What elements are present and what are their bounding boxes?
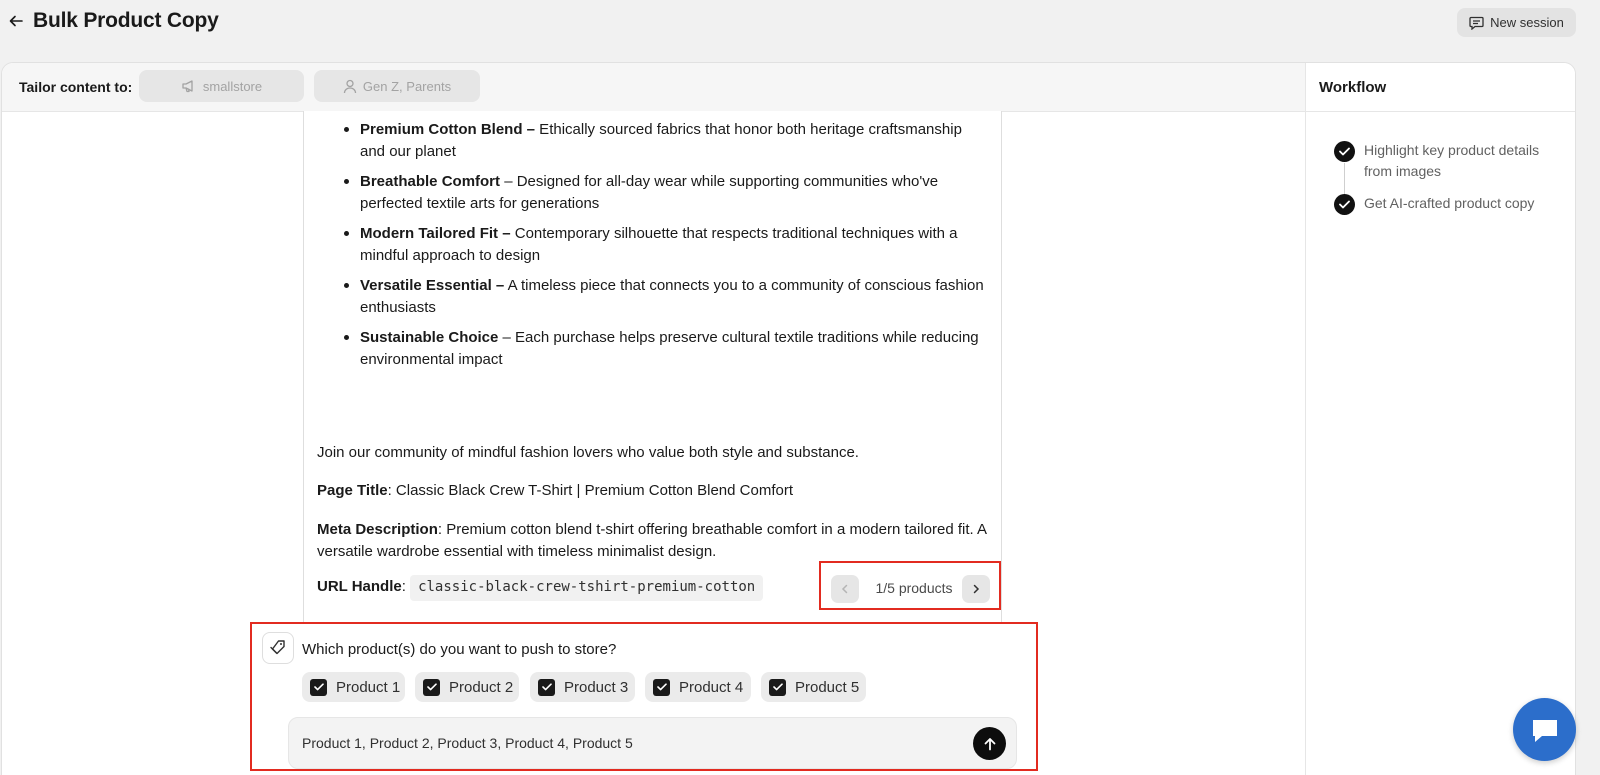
workflow-sidebar: Workflow Highlight key product details f… xyxy=(1305,63,1575,775)
checkmark-icon xyxy=(1334,194,1355,215)
store-chip[interactable]: smallstore xyxy=(139,70,304,102)
next-product-button[interactable] xyxy=(962,575,990,603)
product-option-label: Product 1 xyxy=(336,678,401,696)
product-pager: 1/5 products xyxy=(819,561,1001,610)
chevron-right-icon xyxy=(973,584,980,594)
closing-paragraph: Join our community of mindful fashion lo… xyxy=(317,444,859,461)
store-chip-label: smallstore xyxy=(202,78,263,94)
checkbox-checked-icon[interactable] xyxy=(423,678,440,696)
tailor-label: Tailor content to: xyxy=(19,79,133,95)
checkbox-checked-icon[interactable] xyxy=(310,678,327,696)
back-button[interactable] xyxy=(6,11,26,31)
person-icon xyxy=(343,79,357,93)
new-session-button[interactable]: New session xyxy=(1457,8,1576,37)
checkbox-checked-icon[interactable] xyxy=(653,678,670,696)
product-option-1[interactable]: Product 1 xyxy=(302,672,405,702)
send-button[interactable] xyxy=(973,727,1006,760)
list-item: Breathable Comfort – Designed for all-da… xyxy=(324,171,984,214)
chat-bubble-icon xyxy=(1469,16,1484,30)
pager-count: 1/5 products xyxy=(875,580,953,596)
audience-chip-label: Gen Z, Parents xyxy=(362,78,452,94)
feature-list: Premium Cotton Blend – Ethically sourced… xyxy=(324,119,984,379)
tag-icon xyxy=(262,632,294,664)
chevron-left-icon xyxy=(841,584,848,594)
list-item: Sustainable Choice – Each purchase helps… xyxy=(324,327,984,370)
checkbox-checked-icon[interactable] xyxy=(538,678,555,696)
audience-chip[interactable]: Gen Z, Parents xyxy=(314,70,480,102)
workflow-step-2: Get AI-crafted product copy xyxy=(1334,193,1564,215)
page-title-line: Page Title: Classic Black Crew T-Shirt |… xyxy=(317,482,793,499)
workflow-title: Workflow xyxy=(1306,63,1575,112)
new-session-label: New session xyxy=(1490,15,1564,30)
support-chat-button[interactable] xyxy=(1513,698,1576,761)
arrow-left-icon xyxy=(9,15,23,27)
meta-description-line: Meta Description: Premium cotton blend t… xyxy=(317,521,987,560)
top-bar: Bulk Product Copy New session xyxy=(0,0,1600,46)
prev-product-button[interactable] xyxy=(831,575,859,603)
workflow-step-label: Highlight key product details from image… xyxy=(1364,142,1540,179)
tailor-bar: Tailor content to: smallstore Gen Z, Par… xyxy=(2,63,1305,112)
workflow-step-label: Get AI-crafted product copy xyxy=(1364,195,1535,211)
chat-icon xyxy=(1532,719,1557,742)
push-question: Which product(s) do you want to push to … xyxy=(302,641,617,658)
list-item: Premium Cotton Blend – Ethically sourced… xyxy=(324,119,984,162)
page-title: Bulk Product Copy xyxy=(33,9,219,32)
megaphone-icon xyxy=(182,80,193,93)
checkmark-icon xyxy=(1334,141,1355,162)
list-item: Modern Tailored Fit – Contemporary silho… xyxy=(324,223,984,266)
product-option-label: Product 2 xyxy=(449,678,514,696)
product-option-label: Product 4 xyxy=(679,678,744,696)
product-option-label: Product 5 xyxy=(795,678,860,696)
product-option-label: Product 3 xyxy=(564,678,629,696)
message-input[interactable] xyxy=(302,732,942,754)
product-option-4[interactable]: Product 4 xyxy=(645,672,751,702)
push-to-store-prompt: Which product(s) do you want to push to … xyxy=(250,622,1038,771)
list-item: Versatile Essential – A timeless piece t… xyxy=(324,275,984,318)
checkbox-checked-icon[interactable] xyxy=(769,678,786,696)
product-option-2[interactable]: Product 2 xyxy=(415,672,519,702)
product-option-5[interactable]: Product 5 xyxy=(761,672,866,702)
message-input-bar xyxy=(288,717,1017,769)
product-option-3[interactable]: Product 3 xyxy=(530,672,635,702)
url-handle-value: classic-black-crew-tshirt-premium-cotton xyxy=(410,575,764,601)
arrow-up-icon xyxy=(984,737,995,750)
workflow-step-1: Highlight key product details from image… xyxy=(1334,140,1564,182)
